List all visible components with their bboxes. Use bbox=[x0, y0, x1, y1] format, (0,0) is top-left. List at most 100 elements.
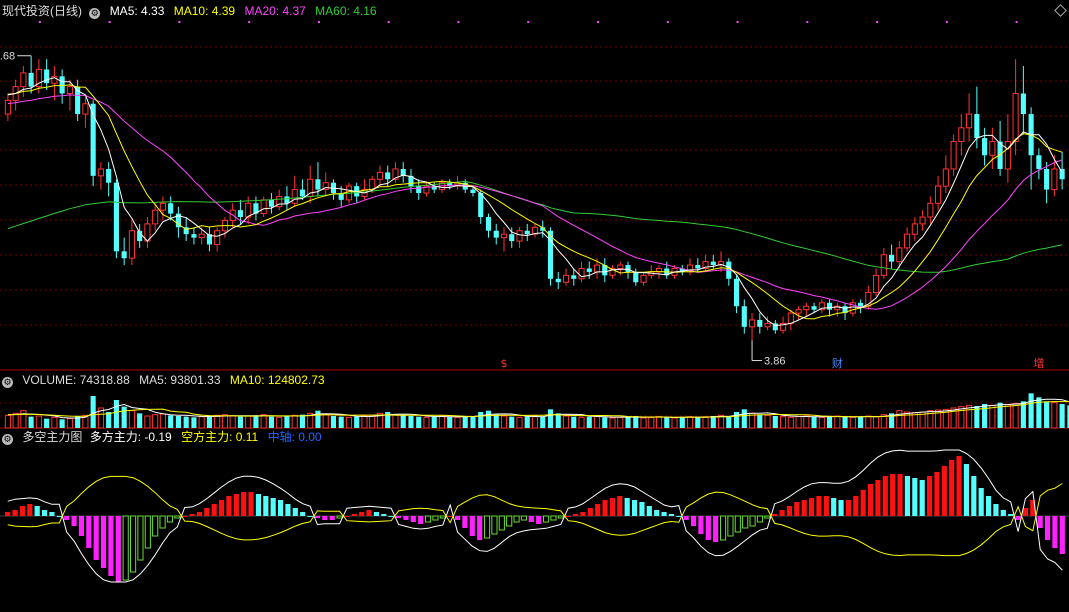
indicator-bar bbox=[233, 494, 239, 516]
indicator-bar bbox=[34, 506, 40, 516]
settings-gear-icon[interactable]: ⚙ bbox=[89, 8, 101, 19]
indicator-bar bbox=[624, 498, 630, 516]
indicator-bar bbox=[719, 515, 727, 541]
indicator-bar bbox=[498, 515, 505, 531]
indicator-bar bbox=[956, 456, 962, 516]
candle-body bbox=[493, 230, 499, 238]
volume-bar bbox=[198, 416, 205, 429]
indicator-bar bbox=[963, 464, 970, 516]
volume-bar bbox=[795, 416, 802, 429]
volume-ma10-line bbox=[7, 401, 1069, 418]
indicator-bar bbox=[100, 516, 107, 568]
midline-legend: 中轴: 0.00 bbox=[267, 430, 322, 444]
indicator-bar bbox=[226, 496, 232, 516]
indicator-bar bbox=[631, 500, 638, 516]
indicator-bar bbox=[705, 516, 711, 540]
volume-bar bbox=[842, 416, 848, 428]
volume-bar bbox=[276, 416, 283, 429]
indicator-bar bbox=[93, 516, 99, 560]
volume-bar bbox=[66, 418, 73, 429]
indicator-bar bbox=[756, 515, 764, 523]
volume-bar bbox=[299, 414, 306, 428]
indicator-bar bbox=[56, 516, 62, 517]
candle-body bbox=[935, 185, 942, 204]
indicator-bar bbox=[263, 496, 269, 516]
indicator-bar bbox=[129, 515, 137, 573]
indicator-bar bbox=[853, 496, 859, 516]
candle-body bbox=[97, 168, 104, 177]
candle-body bbox=[757, 319, 763, 327]
indicator-bar bbox=[654, 510, 660, 516]
indicator-bar bbox=[491, 515, 498, 535]
volume-settings-gear-icon[interactable]: ⚙ bbox=[2, 377, 13, 388]
indicator-bar bbox=[159, 515, 166, 529]
ma20-legend: MA20: 4.37 bbox=[244, 4, 306, 18]
indicator-bar bbox=[403, 516, 409, 520]
candle-body bbox=[44, 69, 50, 84]
candle-body bbox=[795, 309, 802, 314]
indicator-bar bbox=[418, 516, 424, 524]
indicator-bar bbox=[5, 512, 11, 516]
indicator-bar bbox=[477, 516, 483, 540]
volume-bar bbox=[633, 416, 639, 428]
indicator-bar bbox=[1015, 516, 1021, 520]
indicator-bar bbox=[934, 472, 940, 516]
volume-bar bbox=[764, 414, 771, 429]
event-marker: 财 bbox=[832, 356, 843, 370]
candle-body bbox=[245, 202, 252, 218]
indicator-bar bbox=[661, 512, 667, 516]
indicator-bar bbox=[462, 516, 468, 528]
indicator-bar bbox=[971, 476, 977, 516]
volume-bar bbox=[858, 416, 864, 428]
indicator-bar bbox=[646, 506, 652, 516]
volume-bar bbox=[679, 417, 685, 428]
volume-bar bbox=[354, 416, 360, 428]
indicator-bar bbox=[602, 500, 608, 516]
volume-bar bbox=[90, 396, 96, 428]
volume-bar bbox=[221, 414, 228, 429]
chart-canvas[interactable]: 4.68 3.86 $ 财 增 bbox=[0, 0, 1069, 612]
candle-body bbox=[416, 186, 422, 193]
ma60-legend: MA60: 4.16 bbox=[315, 4, 377, 18]
indicator-settings-gear-icon[interactable]: ⚙ bbox=[2, 434, 13, 445]
indicator-bar bbox=[166, 515, 174, 523]
candle-body bbox=[989, 141, 996, 156]
volume-bar bbox=[586, 416, 592, 428]
volume-bar bbox=[818, 416, 825, 429]
signal-dot bbox=[806, 21, 809, 23]
candle-body bbox=[478, 193, 484, 218]
indicator-bar bbox=[182, 516, 188, 517]
volume-bar bbox=[159, 413, 166, 429]
indicator-bar bbox=[668, 514, 675, 516]
candle-body bbox=[950, 141, 957, 170]
volume-bar bbox=[59, 419, 65, 428]
volume-bar bbox=[431, 416, 437, 428]
indicator-bar bbox=[1022, 508, 1029, 516]
indicator-bar bbox=[381, 514, 387, 516]
candle-body bbox=[764, 322, 771, 328]
indicator-bar bbox=[388, 516, 394, 517]
indicator-bar bbox=[749, 515, 756, 527]
candle-body bbox=[191, 234, 197, 238]
indicator-bar bbox=[565, 516, 571, 517]
ma5-legend: MA5: 4.33 bbox=[109, 4, 165, 18]
indicator-bar bbox=[676, 516, 682, 517]
volume-bar bbox=[540, 416, 546, 428]
candle-body bbox=[911, 223, 918, 235]
indicator-bar bbox=[292, 508, 298, 516]
candle-body bbox=[787, 312, 794, 324]
candle-body bbox=[237, 210, 243, 218]
volume-bar bbox=[834, 415, 841, 429]
volume-bar bbox=[849, 416, 856, 429]
candle-body bbox=[695, 265, 701, 269]
indicator-bar bbox=[617, 496, 623, 516]
indicator-bar bbox=[764, 515, 771, 519]
indicator-bar bbox=[713, 516, 719, 542]
volume-panel-header: ⚙ VOLUME: 74318.88 MA5: 93801.33 MA10: 1… bbox=[2, 373, 331, 388]
indicator-bar bbox=[831, 498, 837, 516]
indicator-bar bbox=[1037, 516, 1043, 528]
volume-bar bbox=[500, 415, 508, 429]
candle-body bbox=[827, 302, 833, 310]
candle-body bbox=[974, 114, 980, 139]
indicator-bar bbox=[587, 508, 593, 516]
